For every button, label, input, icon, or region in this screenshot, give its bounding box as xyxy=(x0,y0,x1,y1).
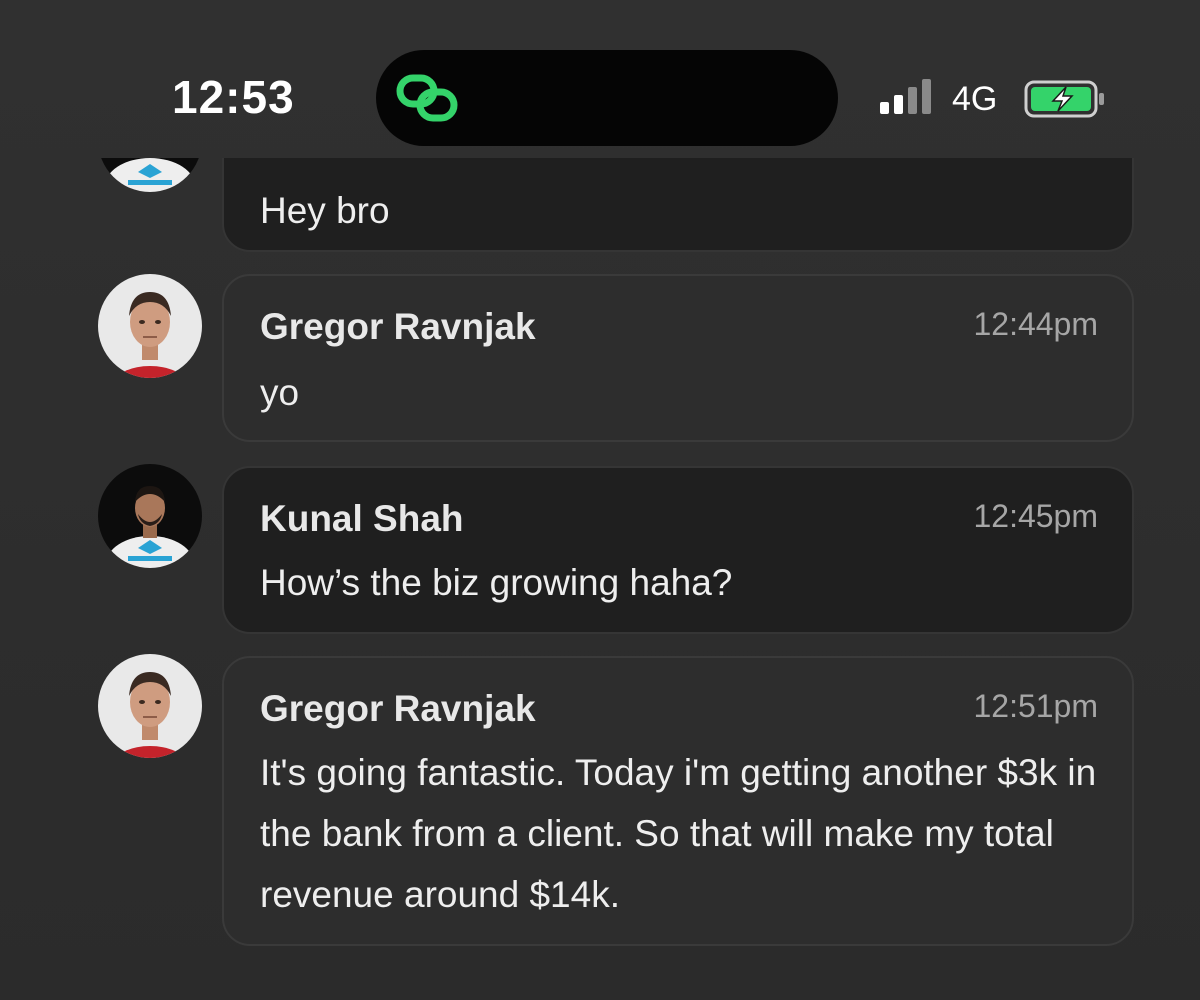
cellular-signal-icon xyxy=(880,78,938,114)
status-time: 12:53 xyxy=(172,71,295,123)
message-text: yo xyxy=(260,372,300,413)
message-bubble[interactable]: Hey bro xyxy=(222,158,1134,252)
message-text: Hey bro xyxy=(260,190,390,231)
kunal-avatar[interactable] xyxy=(98,158,202,192)
gregor-avatar[interactable] xyxy=(98,274,202,378)
gregor-avatar[interactable] xyxy=(98,654,202,758)
message-timestamp: 12:45pm xyxy=(973,498,1098,534)
chat-screen: 12:53 4G Hey bro Gregor Ravnjak 12:44pm … xyxy=(0,0,1200,1000)
network-type: 4G xyxy=(952,80,998,118)
message-timestamp: 12:51pm xyxy=(973,688,1098,724)
status-bar: 12:53 4G xyxy=(0,0,1200,160)
kunal-avatar[interactable] xyxy=(98,464,202,568)
link-chain-icon xyxy=(396,74,458,122)
sender-name[interactable]: Kunal Shah xyxy=(260,498,464,540)
sender-name[interactable]: Gregor Ravnjak xyxy=(260,306,536,348)
message-bubble[interactable]: Gregor Ravnjak 12:51pm It's going fantas… xyxy=(222,656,1134,946)
message-timestamp: 12:44pm xyxy=(973,306,1098,342)
message-bubble[interactable]: Kunal Shah 12:45pm How’s the biz growing… xyxy=(222,466,1134,634)
dynamic-island[interactable] xyxy=(376,50,838,146)
message-text: How’s the biz growing haha? xyxy=(260,562,733,603)
message-bubble[interactable]: Gregor Ravnjak 12:44pm yo xyxy=(222,274,1134,442)
battery-charging-icon xyxy=(1024,80,1104,118)
message-text: It's going fantastic. Today i'm getting … xyxy=(260,752,1097,915)
sender-name[interactable]: Gregor Ravnjak xyxy=(260,688,536,730)
message-list[interactable]: Hey bro Gregor Ravnjak 12:44pm yo Kunal … xyxy=(0,158,1200,1000)
